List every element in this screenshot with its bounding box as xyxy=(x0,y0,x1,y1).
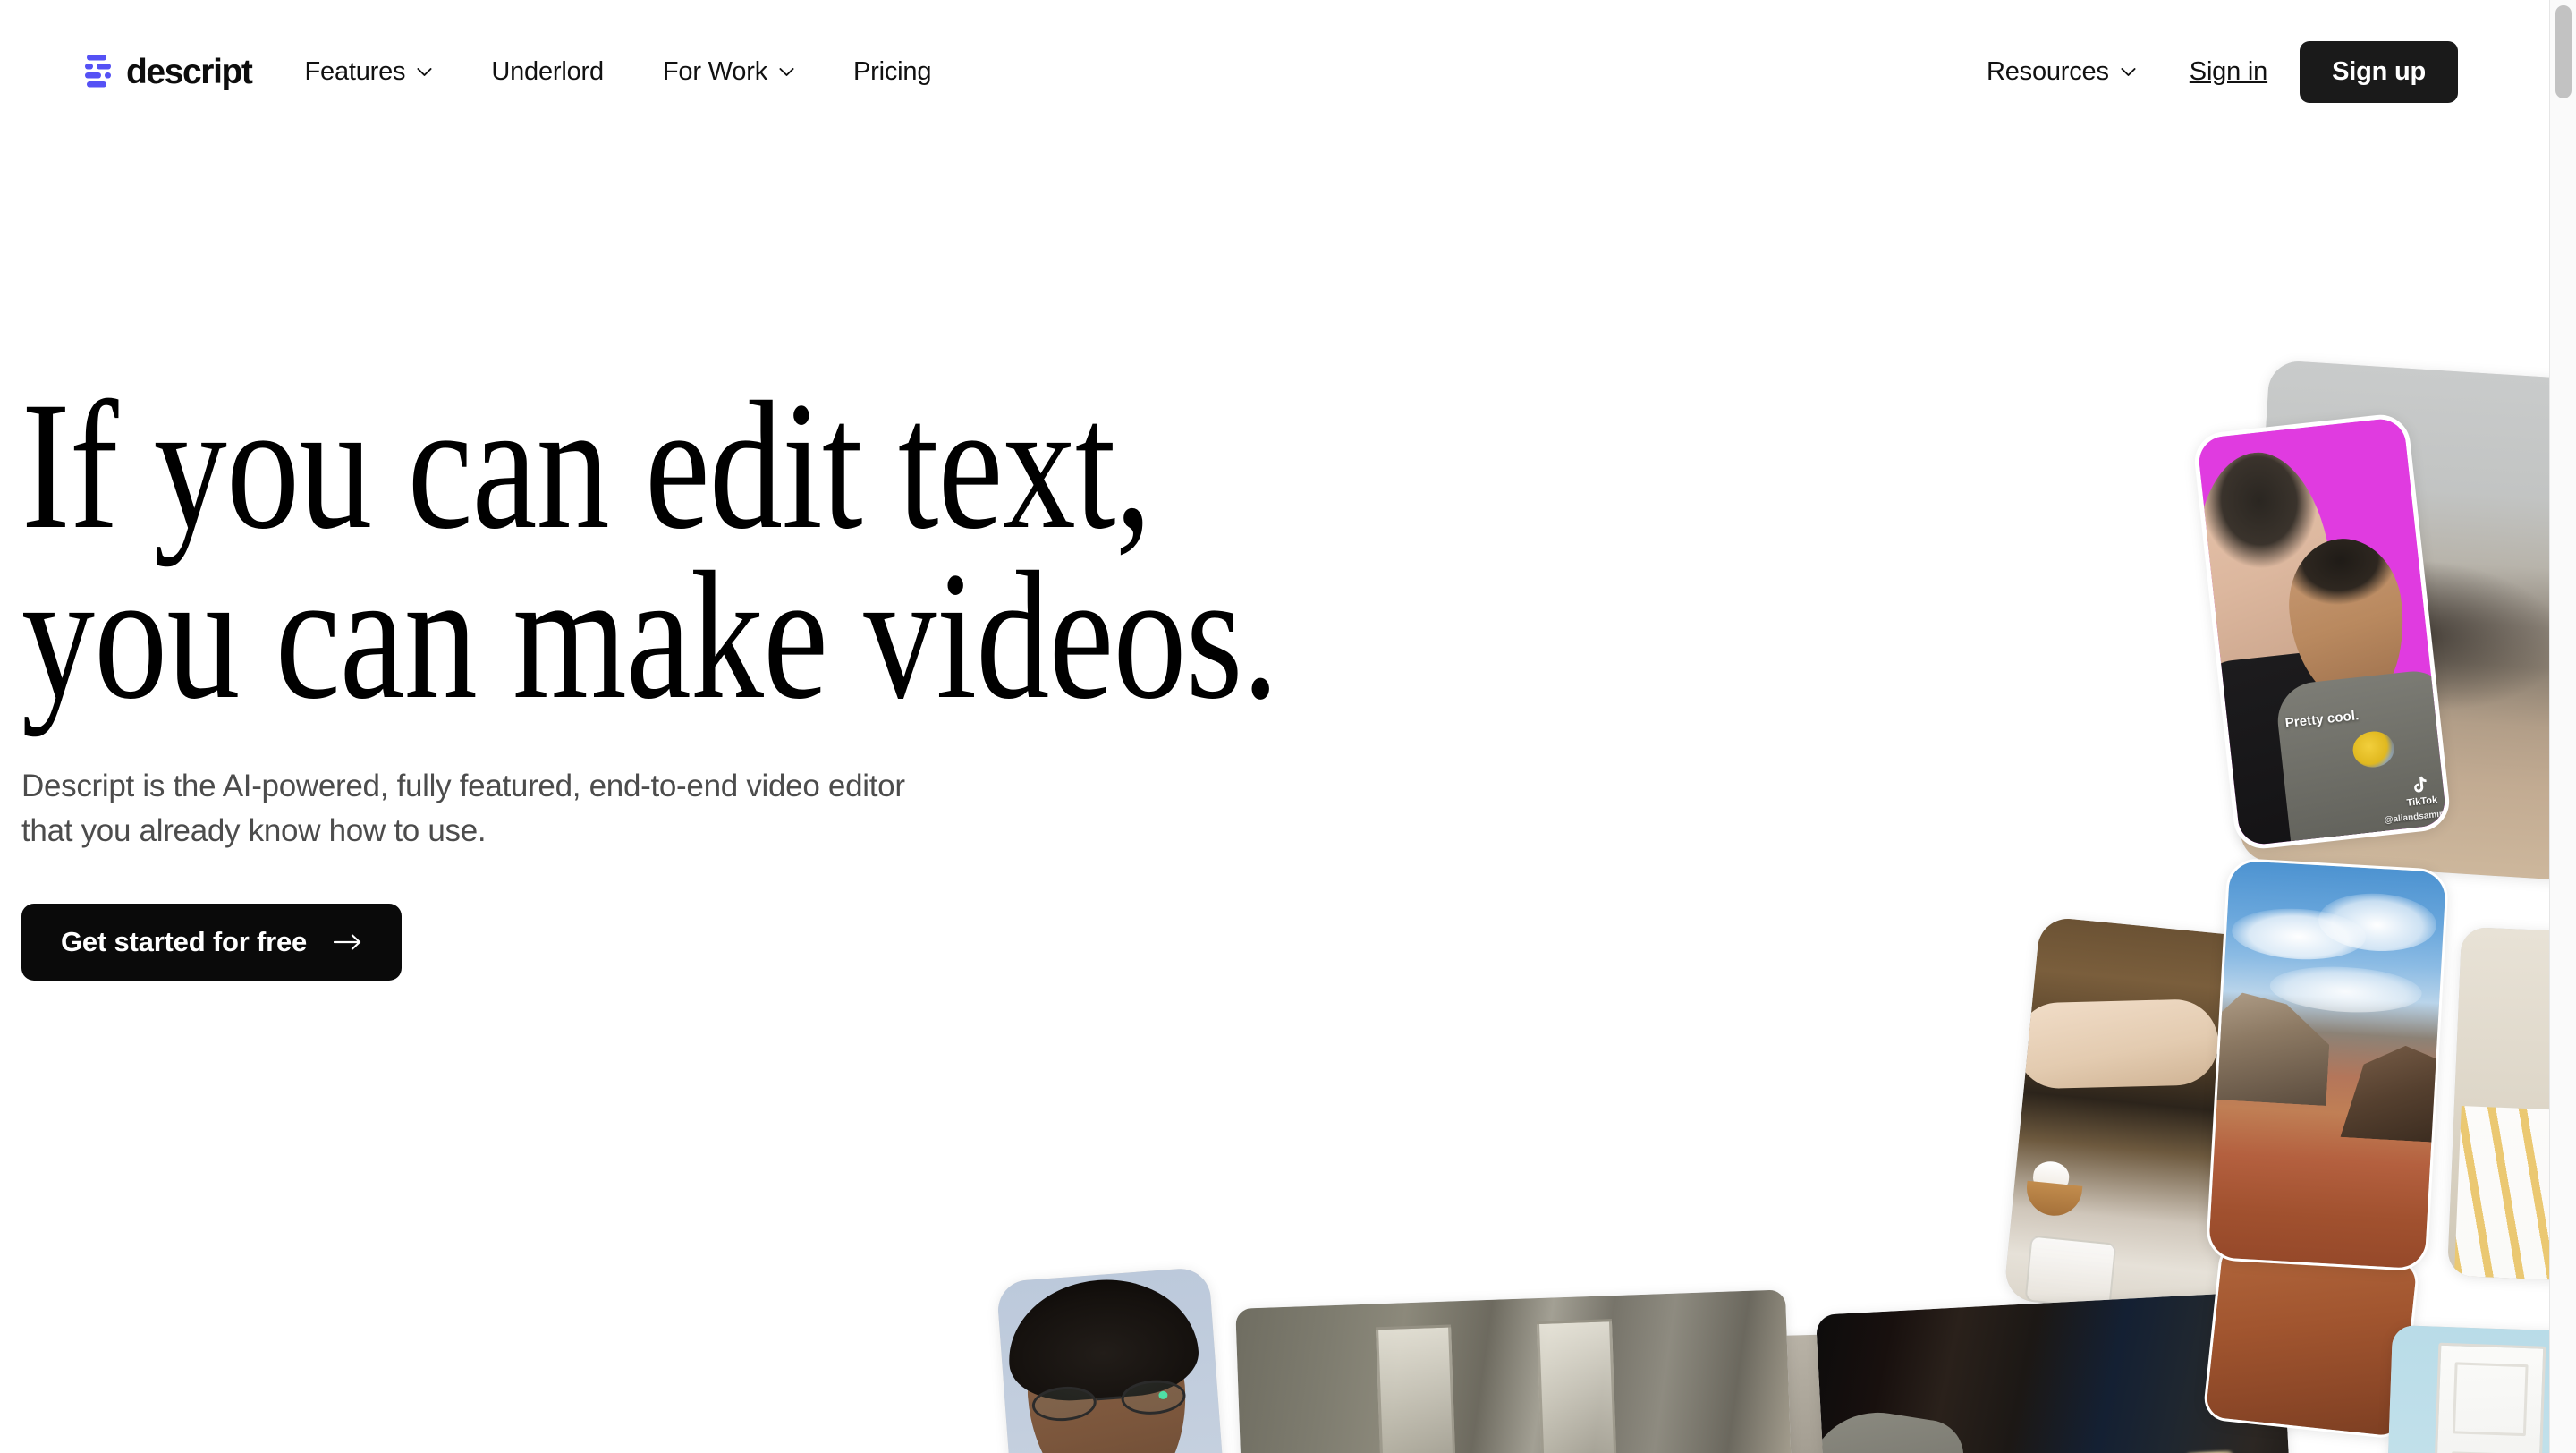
nav-item-pricing[interactable]: Pricing xyxy=(853,56,932,86)
nav-item-label: Features xyxy=(304,56,406,86)
chevron-down-icon xyxy=(417,67,432,76)
get-started-button[interactable]: Get started for free xyxy=(21,904,402,981)
main-navigation: descript Features Underlord For Work Pri… xyxy=(0,0,2549,143)
lens-right xyxy=(1120,1378,1187,1417)
mesa-shape xyxy=(2341,1042,2450,1143)
tiktok-icon xyxy=(2413,776,2427,793)
pretty-cool-art: Pretty cool. TikTok @aliandsamir xyxy=(2191,416,2453,852)
chevron-down-icon xyxy=(779,67,794,76)
desert-landscape-art xyxy=(2208,860,2446,1270)
brand-wordmark: descript xyxy=(126,52,253,91)
page-root: Pretty cool. TikTok @aliandsamir descrip… xyxy=(0,0,2576,1453)
portrait-glasses-clip[interactable] xyxy=(996,1266,1235,1453)
tiktok-watermark: TikTok xyxy=(2404,774,2438,809)
vertical-scrollbar[interactable] xyxy=(2549,0,2576,1453)
nav-left-group: descript Features Underlord For Work Pri… xyxy=(85,52,932,91)
room-curtains-clip[interactable] xyxy=(1235,1289,1798,1453)
nav-item-label: Pricing xyxy=(853,56,932,86)
pretty-cool-clip[interactable]: Pretty cool. TikTok @aliandsamir xyxy=(2191,412,2453,852)
page-viewport: Pretty cool. TikTok @aliandsamir descrip… xyxy=(0,0,2549,1453)
wood-table-clip[interactable] xyxy=(2202,1240,2420,1440)
glasses-bridge xyxy=(1096,1396,1122,1401)
nav-item-resources[interactable]: Resources xyxy=(1986,56,2136,86)
podcast-mic-art xyxy=(2380,1324,2549,1453)
nav-item-underlord[interactable]: Underlord xyxy=(491,56,604,86)
hero-headline: If you can edit text, you can make video… xyxy=(21,374,1345,737)
chair-shape xyxy=(1815,1402,1969,1453)
nav-item-label: Resources xyxy=(1986,56,2109,86)
cloud-shape xyxy=(2268,963,2423,1016)
scrollbar-thumb[interactable] xyxy=(2555,5,2572,98)
sign-up-button[interactable]: Sign up xyxy=(2300,40,2458,103)
arm-shape xyxy=(2014,998,2220,1090)
chevron-down-icon xyxy=(2121,67,2136,76)
nav-menu: Features Underlord For Work Pricing xyxy=(304,56,932,86)
wood-table-art xyxy=(2205,1244,2418,1437)
hero-subheadline-line-2: that you already know how to use. xyxy=(21,812,487,848)
yellow-stripes xyxy=(2453,1106,2549,1284)
get-started-label: Get started for free xyxy=(61,926,308,958)
nav-item-label: Underlord xyxy=(491,56,604,86)
hero-subheadline-line-1: Descript is the AI-powered, fully featur… xyxy=(21,768,905,803)
door-panel xyxy=(2452,1362,2529,1437)
lens-left xyxy=(1030,1384,1098,1423)
nav-item-label: For Work xyxy=(662,56,767,86)
hero-subheadline: Descript is the AI-powered, fully featur… xyxy=(21,764,1148,853)
hero-content: If you can edit text, you can make video… xyxy=(21,374,1676,981)
nav-item-features[interactable]: Features xyxy=(304,56,433,86)
striped-wall-art xyxy=(2446,926,2549,1284)
jar-shape xyxy=(2024,1235,2117,1310)
podcast-mic-clip[interactable] xyxy=(2380,1324,2549,1453)
brand-logo-link[interactable]: descript xyxy=(85,52,253,91)
window-shape xyxy=(1536,1319,1620,1453)
desert-landscape-clip[interactable] xyxy=(2205,857,2450,1272)
descript-logo-icon xyxy=(85,54,111,87)
hero-headline-line-2: you can make videos. xyxy=(21,533,1279,737)
nav-right-group: Resources Sign in Sign up xyxy=(1986,40,2458,103)
arrow-right-icon xyxy=(334,934,361,950)
door-shape xyxy=(2430,1342,2546,1453)
striped-wall-clip[interactable] xyxy=(2446,926,2549,1284)
room-curtains-art xyxy=(1235,1289,1798,1453)
window-shape xyxy=(1376,1324,1459,1453)
sign-in-link[interactable]: Sign in xyxy=(2190,57,2267,87)
bowl-shape xyxy=(2024,1180,2083,1219)
portrait-glasses-art xyxy=(996,1266,1235,1453)
nav-item-for-work[interactable]: For Work xyxy=(662,56,794,86)
